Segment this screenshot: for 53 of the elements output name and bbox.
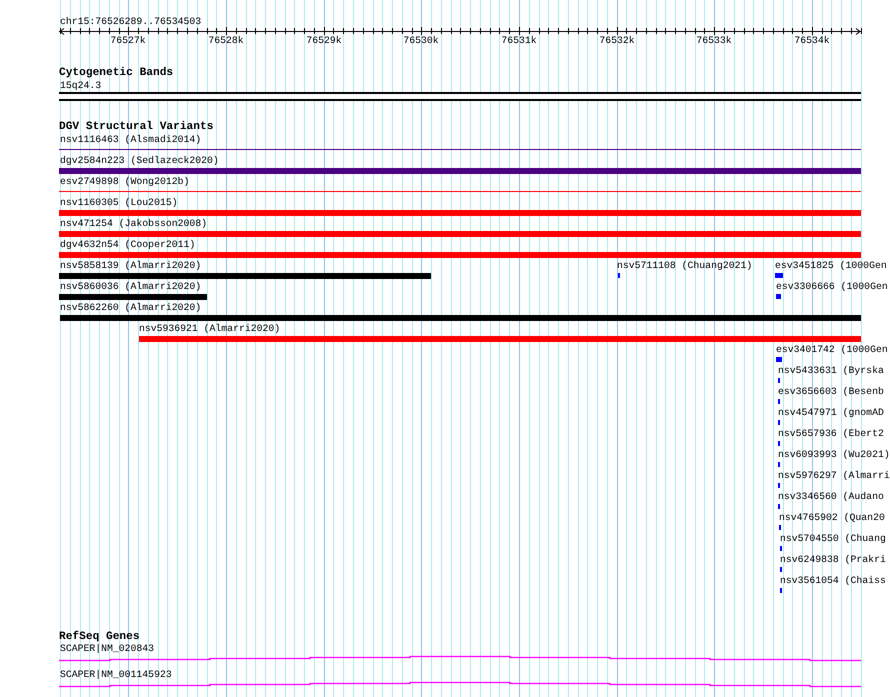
- variant-label[interactable]: nsv471254 (Jakobsson2008): [60, 218, 207, 229]
- variant-label[interactable]: nsv5860036 (Almarri2020): [60, 281, 202, 292]
- variant-label[interactable]: nsv4765902 (Quan20: [779, 512, 885, 523]
- variant-bar[interactable]: [59, 294, 207, 300]
- ruler-tick-label: 76533k: [696, 35, 732, 46]
- variant-label[interactable]: nsv6249838 (Prakri: [780, 554, 886, 565]
- variant-label[interactable]: nsv1160305 (Lou2015): [60, 197, 178, 208]
- variant-label[interactable]: esv3451825 (1000Gen: [775, 260, 887, 271]
- variant-bar[interactable]: [776, 294, 781, 299]
- variant-label[interactable]: esv2749898 (Wong2012b): [60, 176, 190, 187]
- ruler-tick-label: 76528k: [208, 35, 244, 46]
- variant-label[interactable]: nsv3561054 (Chaiss: [780, 575, 886, 586]
- variant-label[interactable]: nsv6093993 (Wu2021): [778, 449, 890, 460]
- variant-bar[interactable]: [139, 336, 861, 342]
- variant-bar[interactable]: [775, 273, 783, 278]
- ruler-tick-label: 76532k: [599, 35, 635, 46]
- variant-bar[interactable]: [59, 231, 861, 237]
- ruler-tick-label: 76527k: [110, 35, 146, 46]
- variant-label[interactable]: nsv5858139 (Almarri2020): [60, 260, 202, 271]
- variant-label[interactable]: nsv5936921 (Almarri2020): [139, 323, 280, 334]
- variant-bar[interactable]: [59, 168, 861, 174]
- variant-label[interactable]: dgv2584n223 (Sedlazeck2020): [60, 155, 219, 166]
- variant-bar[interactable]: [60, 315, 861, 321]
- variant-label[interactable]: nsv5704550 (Chuang: [780, 533, 886, 544]
- variant-label[interactable]: esv3306666 (1000Gen: [776, 281, 888, 292]
- variant-label[interactable]: esv3401742 (1000Gen: [776, 344, 888, 355]
- variant-label[interactable]: dgv4632n54 (Cooper2011): [60, 239, 196, 250]
- variant-bar[interactable]: [59, 210, 861, 216]
- variant-bar[interactable]: [776, 357, 782, 362]
- variant-label[interactable]: nsv5711108 (Chuang2021): [617, 260, 752, 271]
- gene-model-drawing[interactable]: [59, 656, 861, 662]
- gene-label[interactable]: SCAPER|NM_001145923: [60, 669, 172, 680]
- variant-label[interactable]: nsv5862260 (Almarri2020): [60, 302, 202, 313]
- variant-label[interactable]: nsv5657936 (Ebert2: [778, 428, 884, 439]
- variant-label[interactable]: nsv4547971 (gnomAD: [778, 407, 884, 418]
- track-title: DGV Structural Variants: [59, 121, 214, 133]
- variant-label[interactable]: nsv3346560 (Audano: [778, 491, 884, 502]
- variant-bar[interactable]: [59, 273, 431, 279]
- track-title: RefSeq Genes: [59, 631, 140, 643]
- ruler-tick-label: 76531k: [501, 35, 537, 46]
- ruler-tick-label: 76530k: [403, 35, 439, 46]
- region-label: chr15:76526289..76534503: [60, 16, 202, 27]
- variant-bar[interactable]: [59, 252, 861, 258]
- variant-label[interactable]: nsv5433631 (Byrska: [778, 365, 884, 376]
- band-label: 15q24.3: [60, 80, 102, 91]
- ruler-tick-label: 76529k: [306, 35, 342, 46]
- variant-label[interactable]: nsv5976297 (Almarri: [778, 470, 890, 481]
- gene-model-drawing[interactable]: [59, 682, 861, 688]
- variant-label[interactable]: esv3656603 (Besenb: [778, 386, 884, 397]
- gene-label[interactable]: SCAPER|NM_020843: [60, 643, 154, 654]
- variant-label[interactable]: nsv1116463 (Alsmadi2014): [60, 134, 202, 145]
- track-title: Cytogenetic Bands: [59, 67, 174, 79]
- ruler-tick-label: 76534k: [794, 35, 830, 46]
